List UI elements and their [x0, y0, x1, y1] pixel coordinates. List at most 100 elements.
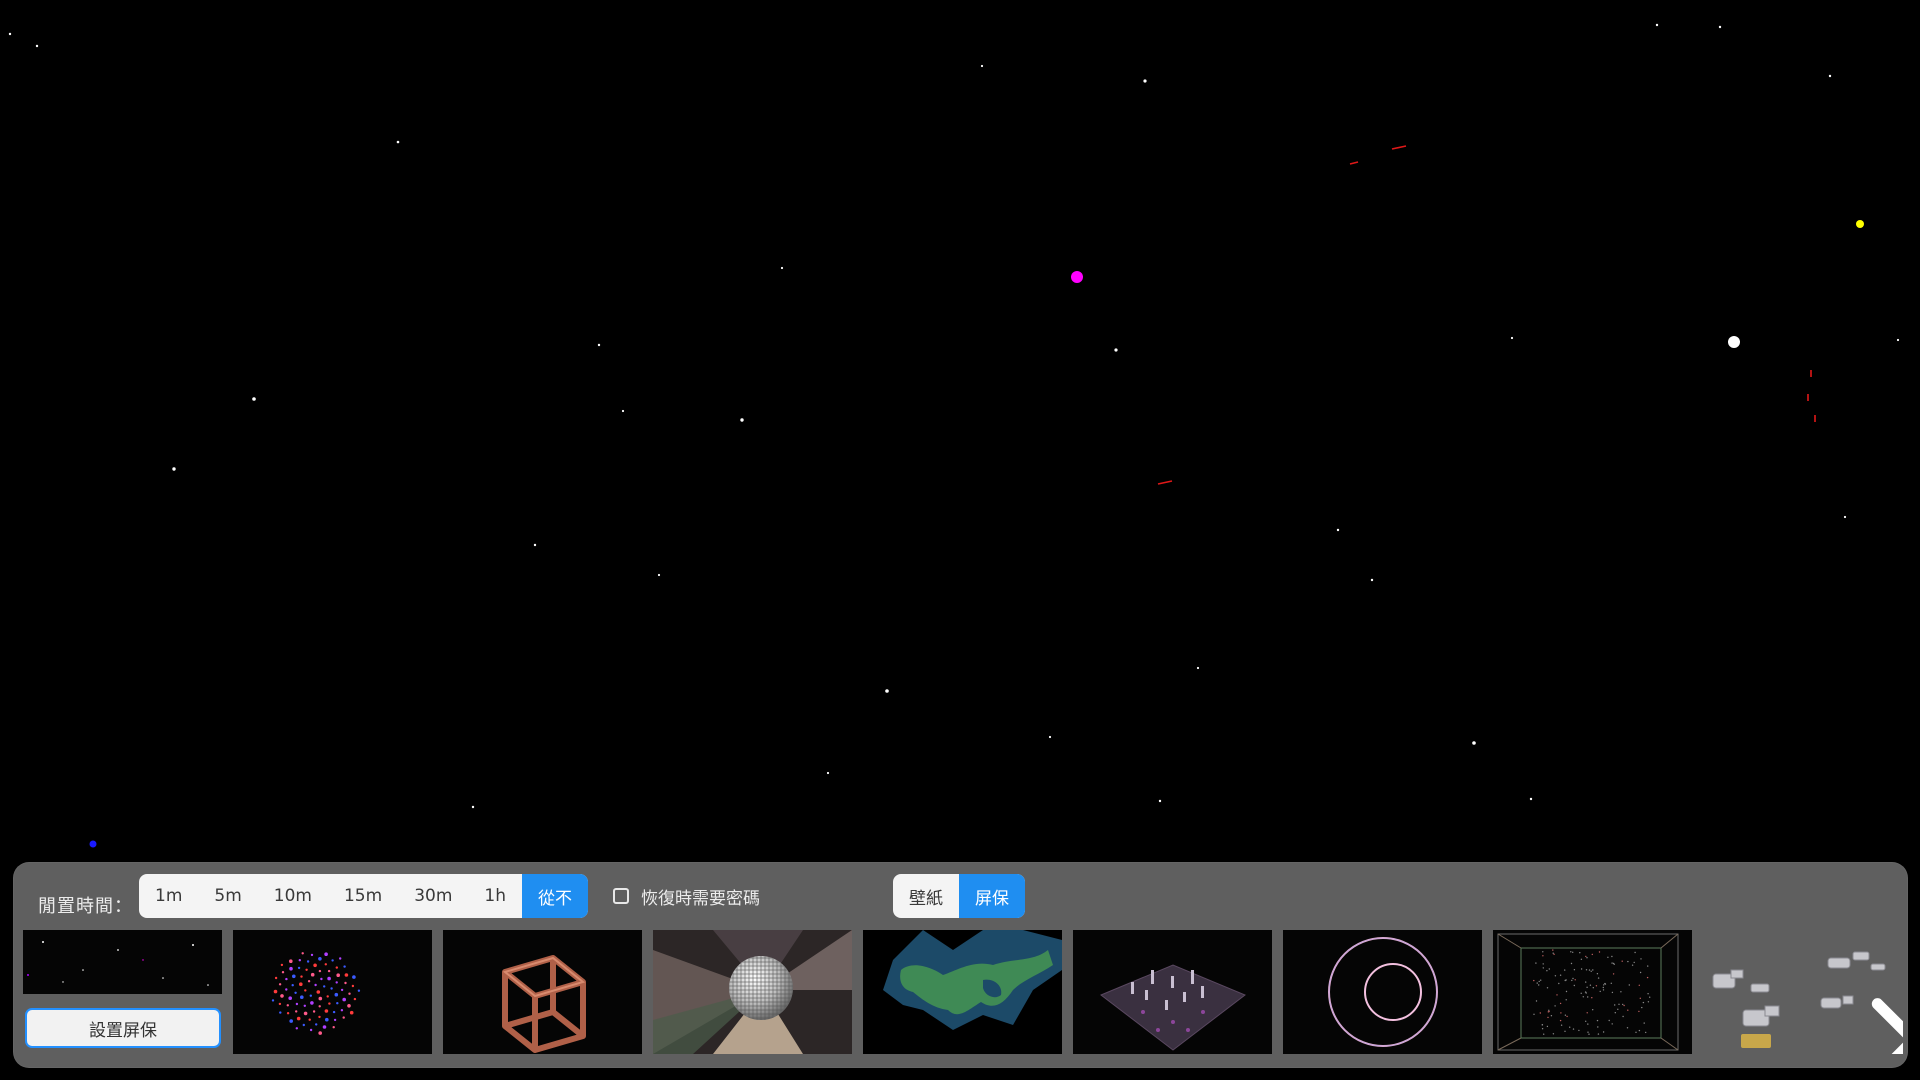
sphere-dot: [292, 974, 296, 979]
sphere-dot: [328, 1002, 331, 1005]
star: [1143, 79, 1147, 83]
time-option-10m[interactable]: 10m: [258, 874, 328, 918]
sphere-dot: [327, 976, 331, 981]
sphere-dot: [281, 971, 285, 974]
require-password-option[interactable]: 恢復時需要密碼: [613, 874, 760, 918]
sphere-dot: [289, 966, 293, 971]
sphere-dot: [309, 994, 312, 997]
sphere-dot: [316, 990, 321, 994]
sphere-dot: [296, 1016, 301, 1021]
mode-selector: 壁紙 屏保: [893, 874, 1025, 918]
screensaver-thumb-wire-cube[interactable]: [443, 930, 642, 1054]
star: [1896, 338, 1900, 342]
star: [533, 543, 537, 547]
box-dot: [1580, 968, 1583, 970]
idle-time-label: 閒置時間：: [38, 896, 133, 917]
box-dot: [1558, 982, 1560, 985]
sphere-dot: [310, 972, 315, 977]
star: [1529, 797, 1533, 801]
sphere-dot: [298, 959, 301, 962]
sphere-dot: [349, 1010, 354, 1015]
mode-screensaver[interactable]: 屏保: [959, 874, 1025, 918]
box-dot: [1610, 982, 1612, 984]
box-dot: [1533, 979, 1535, 982]
box-dot: [1572, 1028, 1575, 1030]
box-dot: [1546, 1025, 1549, 1028]
sphere-dot: [286, 1004, 289, 1007]
time-option-30m[interactable]: 30m: [398, 874, 468, 918]
box-dot: [1582, 996, 1584, 998]
time-option-never[interactable]: 從不: [521, 874, 588, 918]
red-streak: [1349, 161, 1359, 165]
box-dot: [1643, 1022, 1645, 1024]
star: [1718, 25, 1722, 29]
set-screensaver-button[interactable]: 設置屏保: [25, 1008, 221, 1048]
box-dot: [1598, 951, 1601, 953]
sphere-dot: [278, 1002, 282, 1006]
star: [172, 467, 176, 471]
time-option-1m[interactable]: 1m: [139, 874, 198, 918]
chevron-right-icon[interactable]: [1793, 978, 1903, 1054]
screensaver-thumb-circles[interactable]: [1283, 930, 1482, 1054]
sphere-dot: [324, 952, 328, 956]
box-dot: [1622, 1003, 1624, 1006]
time-option-1h[interactable]: 1h: [468, 874, 522, 918]
screensaver-thumb-particle-box[interactable]: [1493, 930, 1692, 1054]
sphere-dot: [306, 960, 310, 963]
sphere-dot: [318, 1031, 322, 1035]
box-dot: [1585, 1020, 1587, 1022]
box-dot: [1570, 951, 1572, 953]
require-password-checkbox[interactable]: [613, 888, 629, 904]
screensaver-thumb-chess-board[interactable]: [1073, 930, 1272, 1054]
box-dot: [1570, 962, 1573, 965]
sphere-dot: [279, 1011, 282, 1014]
sphere-dot: [297, 966, 301, 970]
box-dot: [1586, 957, 1588, 959]
sphere-dot: [308, 1018, 311, 1021]
sphere-dot: [334, 992, 339, 997]
time-option-15m[interactable]: 15m: [328, 874, 398, 918]
box-dot: [1621, 960, 1623, 962]
box-dot: [1548, 1009, 1550, 1011]
box-dot: [1603, 984, 1605, 986]
sphere-dot: [322, 1025, 327, 1029]
screensaver-thumb-starfield[interactable]: [23, 930, 222, 994]
box-dot: [1572, 951, 1574, 953]
box-dot: [1541, 1028, 1544, 1030]
box-dot: [1596, 1019, 1599, 1022]
sphere-dot: [336, 973, 340, 977]
box-dot: [1633, 961, 1635, 964]
sphere-dot: [325, 1017, 329, 1022]
mode-wallpaper[interactable]: 壁紙: [893, 874, 959, 918]
box-dot: [1574, 979, 1576, 981]
particle-box-thumbnail-icon: [1493, 930, 1692, 1054]
star: [780, 266, 784, 270]
sphere-dot: [295, 1027, 298, 1030]
box-dot: [1631, 964, 1634, 966]
disco-ball-thumbnail-icon: [653, 930, 852, 1054]
box-dot: [1578, 1029, 1580, 1032]
box-dot: [1626, 1027, 1629, 1029]
box-dot: [1627, 1009, 1629, 1011]
box-dot: [1638, 1010, 1640, 1013]
sphere-dot: [342, 1016, 345, 1019]
box-dot: [1602, 986, 1604, 989]
box-dot: [1639, 997, 1641, 999]
box-dot: [1590, 970, 1592, 972]
screensaver-thumb-disco-ball[interactable]: [653, 930, 852, 1054]
screensaver-settings-panel: 閒置時間： 1m 5m 10m 15m 30m 1h 從不 恢復時需要密碼 壁紙…: [13, 862, 1908, 1068]
box-dot: [1572, 977, 1574, 980]
box-dot: [1559, 974, 1562, 976]
box-dot: [1597, 1033, 1600, 1035]
box-dot: [1591, 997, 1593, 999]
screensaver-thumb-spaceships[interactable]: [1703, 930, 1903, 1054]
sphere-dot: [324, 1009, 329, 1013]
sphere-dot: [273, 989, 278, 994]
box-dot: [1608, 1019, 1610, 1022]
sphere-dot: [333, 1018, 337, 1022]
box-dot: [1597, 1026, 1599, 1028]
time-option-5m[interactable]: 5m: [198, 874, 257, 918]
star: [621, 409, 625, 413]
screensaver-thumb-particle-sphere[interactable]: [233, 930, 432, 1054]
screensaver-thumb-world-map[interactable]: [863, 930, 1062, 1054]
